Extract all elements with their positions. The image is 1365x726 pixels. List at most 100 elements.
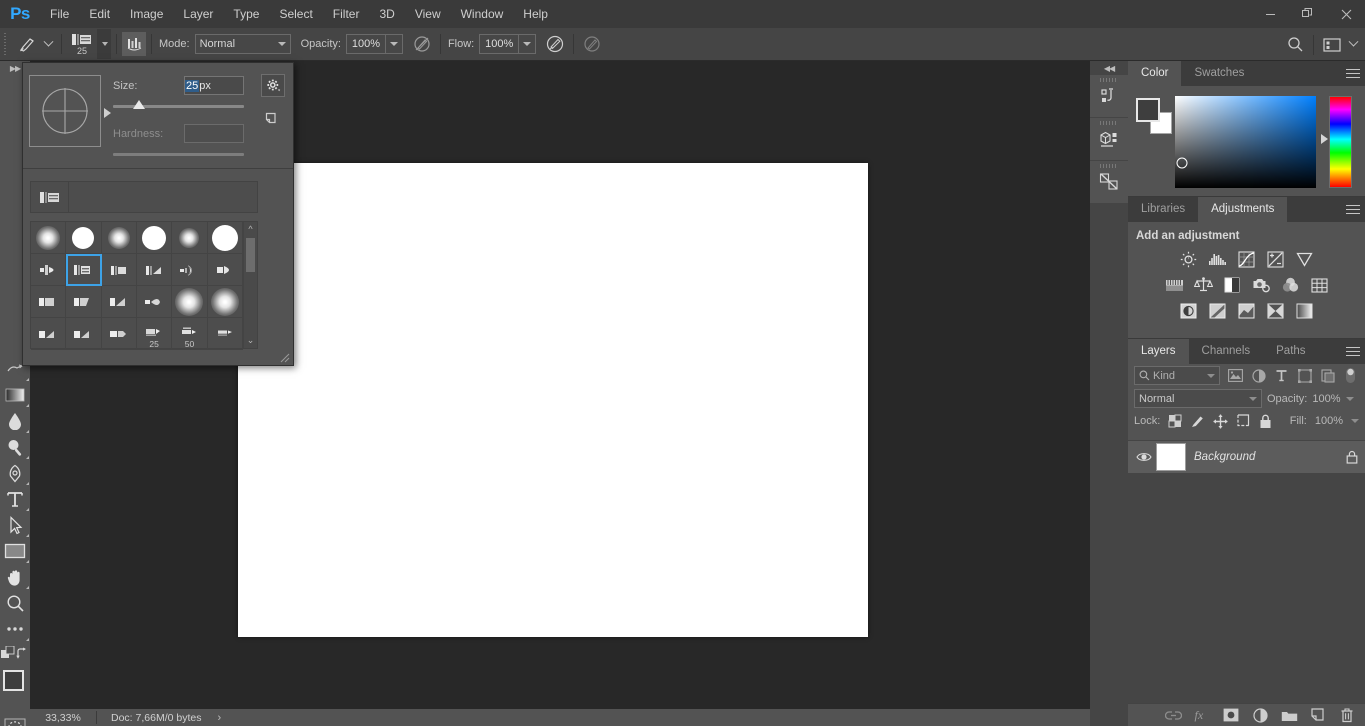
table-row[interactable]: Background (1128, 440, 1365, 474)
brush-preset-hard-round[interactable] (66, 222, 101, 254)
brush-preset-round-fan[interactable] (137, 286, 172, 318)
hue-slider[interactable] (1329, 96, 1352, 188)
brush-preset-fan-tip[interactable] (172, 254, 207, 286)
chevron-up-icon[interactable]: ^ (248, 224, 252, 234)
airbrush-icon[interactable] (542, 32, 568, 56)
rail-3d[interactable] (1090, 118, 1128, 160)
brush-group-row[interactable] (30, 181, 258, 213)
layers-panel-menu[interactable] (1346, 339, 1360, 364)
brush-preset-flat-blunt-2[interactable] (66, 286, 101, 318)
brush-preset-angle-blunt[interactable] (102, 286, 137, 318)
filter-adjustment-layers[interactable] (1250, 367, 1267, 384)
brush-preset-angle-tip-1[interactable] (137, 254, 172, 286)
menu-view[interactable]: View (405, 0, 451, 28)
adj-photo-filter[interactable] (1251, 276, 1271, 294)
quick-mask-icon[interactable] (0, 714, 30, 726)
brush-tip-preview[interactable] (29, 75, 101, 147)
layer-style-button[interactable]: fx (1193, 706, 1211, 724)
adj-threshold[interactable] (1237, 302, 1257, 320)
chevron-right-icon[interactable]: › (217, 712, 221, 724)
brush-preset-soft-round-small[interactable] (31, 222, 66, 254)
scrollbar-thumb[interactable] (246, 238, 255, 272)
filter-type-layers[interactable] (1273, 367, 1290, 384)
adj-selective-color[interactable] (1266, 302, 1286, 320)
menu-filter[interactable]: Filter (323, 0, 370, 28)
adj-black-white[interactable] (1222, 276, 1242, 294)
delete-layer-button[interactable] (1338, 706, 1356, 724)
color-field-picker[interactable] (1177, 158, 1188, 169)
lock-position[interactable] (1213, 414, 1228, 429)
workspace-dropdown[interactable] (1345, 34, 1361, 56)
brush-preview-button[interactable]: 25 (67, 29, 97, 59)
brush-hardness-slider-track[interactable] (113, 153, 244, 156)
workspace-switcher-icon[interactable] (1319, 33, 1345, 57)
tab-layers[interactable]: Layers (1128, 339, 1189, 364)
zoom-level[interactable]: 33,33% (30, 712, 96, 724)
lock-image-pixels[interactable] (1190, 414, 1205, 429)
brush-preset-marker-tip[interactable] (102, 318, 137, 350)
brush-settings-panel-icon[interactable] (122, 32, 146, 56)
tool-blur[interactable] (0, 408, 30, 434)
new-fill-adjustment-button[interactable] (1251, 706, 1269, 724)
menu-window[interactable]: Window (451, 0, 514, 28)
flow-dropdown[interactable] (519, 34, 536, 54)
layer-opacity-value[interactable]: 100% (1312, 393, 1340, 405)
filter-smart-objects[interactable] (1319, 367, 1336, 384)
menu-3d[interactable]: 3D (369, 0, 404, 28)
link-layers-button[interactable] (1164, 706, 1182, 724)
brush-preset-flat-tip-3[interactable] (102, 254, 137, 286)
adj-posterize[interactable] (1208, 302, 1228, 320)
new-group-button[interactable] (1280, 706, 1298, 724)
brush-preset-grid-wrapper[interactable]: 2550 ^ ⌄ (30, 221, 258, 349)
adj-vibrance[interactable] (1295, 250, 1315, 268)
brush-preset-flat-tip-1[interactable] (31, 254, 66, 286)
brush-preset-hard-round-xl[interactable] (208, 222, 243, 254)
brush-preset-flat-blunt-1[interactable] (31, 286, 66, 318)
layer-filter-kind-select[interactable]: Kind (1134, 366, 1220, 385)
brush-size-input[interactable]: 25 px (184, 76, 244, 95)
tool-type[interactable] (0, 486, 30, 512)
adj-color-lookup[interactable] (1309, 276, 1329, 294)
adj-brightness-contrast[interactable] (1179, 250, 1199, 268)
chevron-down-icon[interactable] (1351, 419, 1359, 423)
menu-select[interactable]: Select (269, 0, 322, 28)
filter-shape-layers[interactable] (1296, 367, 1313, 384)
opacity-dropdown[interactable] (386, 34, 403, 54)
close-icon[interactable] (1327, 0, 1365, 28)
adj-curves[interactable] (1237, 250, 1257, 268)
search-icon[interactable] (1282, 33, 1308, 57)
filter-toggle-switch-icon[interactable] (1342, 367, 1359, 384)
brush-preset-grid[interactable]: 2550 (31, 222, 243, 348)
brush-preset-round-point-tip[interactable] (208, 254, 243, 286)
brush-group-icon[interactable] (31, 182, 69, 212)
flow-input[interactable]: 100% (479, 34, 519, 54)
adjustments-panel-menu[interactable] (1346, 197, 1360, 222)
color-panel-menu[interactable] (1346, 61, 1360, 86)
tool-path-selection[interactable] (0, 512, 30, 538)
layer-thumbnail[interactable] (1156, 443, 1186, 471)
menu-layer[interactable]: Layer (173, 0, 223, 28)
opacity-input[interactable]: 100% (346, 34, 386, 54)
layer-blend-mode-select[interactable]: Normal (1134, 389, 1262, 408)
tab-channels[interactable]: Channels (1189, 339, 1264, 364)
brush-size-slider-handle[interactable] (133, 100, 145, 109)
menu-image[interactable]: Image (120, 0, 173, 28)
adj-color-balance[interactable] (1193, 276, 1213, 294)
brush-preset-chisel-tip-1[interactable] (31, 318, 66, 350)
tool-zoom[interactable] (0, 590, 30, 616)
menu-file[interactable]: File (40, 0, 79, 28)
pressure-for-opacity-icon[interactable] (409, 32, 435, 56)
layer-name[interactable]: Background (1194, 451, 1339, 463)
tool-edit-toolbar[interactable] (0, 616, 30, 642)
layer-locked-icon[interactable] (1339, 450, 1365, 464)
layer-mask-button[interactable] (1222, 706, 1240, 724)
filter-pixel-layers[interactable] (1227, 367, 1244, 384)
tab-paths[interactable]: Paths (1263, 339, 1318, 364)
new-layer-button[interactable] (1309, 706, 1327, 724)
chevron-down-icon[interactable] (1346, 397, 1354, 401)
brush-tool-icon[interactable] (14, 32, 40, 56)
brush-preset-flat-tip-2[interactable] (66, 254, 101, 286)
adj-exposure[interactable] (1266, 250, 1286, 268)
brush-preset-hard-round-large[interactable] (137, 222, 172, 254)
tool-gradient[interactable] (0, 382, 30, 408)
